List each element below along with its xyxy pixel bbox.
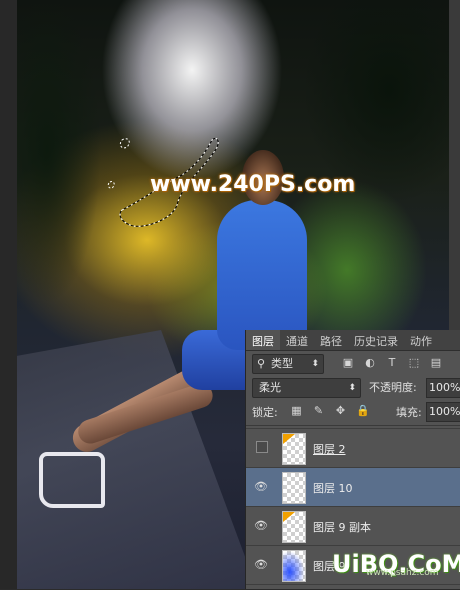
layer-row[interactable]: 图层 2	[246, 429, 460, 468]
lock-label: 锁定:	[252, 406, 278, 419]
layer-name: 图层 9 副本	[313, 521, 371, 534]
fill-label: 填充:	[396, 406, 422, 419]
filter-type-label: 类型	[271, 357, 293, 370]
updown-arrow-icon: ⬍	[348, 383, 356, 393]
visibility-toggle-off[interactable]	[256, 441, 268, 453]
eye-icon[interactable]: 👁	[254, 480, 268, 494]
updown-arrow-icon: ⬍	[311, 359, 319, 369]
layer-row-selected[interactable]: 👁 图层 10	[246, 468, 460, 507]
filter-type-select[interactable]: ⚲ 类型 ⬍	[252, 354, 324, 374]
tab-history[interactable]: 历史记录	[348, 330, 404, 350]
panel-tabs: 图层 通道 路径 历史记录 动作	[246, 330, 460, 351]
fill-input[interactable]: 100%	[426, 402, 460, 422]
blend-row: 柔光 ⬍ 不透明度: 100%	[246, 375, 460, 399]
layer-thumbnail	[282, 550, 306, 582]
lock-paint-icon[interactable]: ✎	[312, 404, 325, 417]
layer-row[interactable]: 👁 图层 9 副本	[246, 507, 460, 546]
opacity-label: 不透明度:	[369, 381, 417, 394]
tab-paths[interactable]: 路径	[314, 330, 348, 350]
adjustment-filter-icon[interactable]: ◐	[364, 357, 376, 369]
tab-layers[interactable]: 图层	[246, 330, 280, 350]
filter-row: ⚲ 类型 ⬍ ▣ ◐ T ⬚ ▤	[246, 351, 460, 375]
lock-row: 锁定: ▦ ✎ ✥ 🔒 填充: 100%	[246, 399, 460, 423]
lock-move-icon[interactable]: ✥	[334, 404, 347, 417]
layer-thumbnail	[282, 472, 306, 504]
layer-name: 图层 10	[313, 482, 353, 495]
layer-thumbnail	[282, 433, 306, 465]
type-filter-icon[interactable]: T	[386, 357, 398, 369]
eye-icon[interactable]: 👁	[254, 519, 268, 533]
watermark-text: www.240PS.com	[150, 172, 356, 197]
layer-thumbnail	[282, 511, 306, 543]
layer-name: 图层 2	[313, 443, 346, 456]
lock-all-icon[interactable]: 🔒	[356, 404, 370, 417]
site-logo-url: www.psahz.com	[366, 568, 439, 578]
smart-object-filter-icon[interactable]: ▤	[430, 357, 442, 369]
shape-filter-icon[interactable]: ⬚	[408, 357, 420, 369]
blend-mode-select[interactable]: 柔光 ⬍	[252, 378, 361, 398]
blend-mode-value: 柔光	[259, 381, 281, 394]
eye-icon[interactable]: 👁	[254, 558, 268, 572]
tab-channels[interactable]: 通道	[280, 330, 314, 350]
lock-transparent-icon[interactable]: ▦	[290, 404, 303, 417]
shoe	[39, 452, 105, 508]
opacity-input[interactable]: 100%	[426, 378, 460, 398]
image-filter-icon[interactable]: ▣	[342, 357, 354, 369]
search-icon: ⚲	[257, 357, 266, 370]
trees-right	[279, 0, 449, 240]
tab-actions[interactable]: 动作	[404, 330, 438, 350]
